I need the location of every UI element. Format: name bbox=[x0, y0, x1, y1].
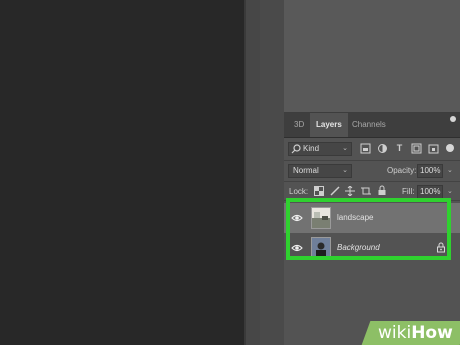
watermark-prefix: wiki bbox=[378, 323, 412, 343]
opacity-label: Opacity: bbox=[387, 166, 417, 175]
blend-mode-value: Normal bbox=[293, 166, 319, 175]
fill-input[interactable]: 100% bbox=[417, 185, 443, 199]
layer-name-landscape[interactable]: landscape bbox=[337, 212, 373, 224]
adjustment-filter-icon[interactable] bbox=[377, 143, 388, 154]
layer-thumbnail-landscape bbox=[311, 207, 331, 229]
layer-row-landscape[interactable]: landscape bbox=[284, 203, 460, 233]
upper-panel bbox=[284, 0, 460, 113]
divider bbox=[284, 160, 460, 161]
document-canvas[interactable] bbox=[0, 0, 244, 345]
fill-label: Fill: bbox=[402, 187, 415, 196]
tab-3d[interactable]: 3D bbox=[288, 113, 310, 137]
panel-gutter bbox=[244, 0, 260, 345]
visibility-eye-icon[interactable] bbox=[291, 242, 303, 254]
shape-filter-icon[interactable] bbox=[411, 143, 422, 154]
opacity-input[interactable]: 100% bbox=[417, 164, 443, 178]
lock-image-pixels-icon[interactable] bbox=[330, 186, 340, 196]
layer-thumbnail-background bbox=[311, 237, 331, 259]
layers-panel: 3D Layers Channels Kind ⌄ T Normal ⌄ Opa… bbox=[284, 113, 460, 345]
watermark-logo: wikiHow bbox=[378, 323, 453, 343]
search-icon bbox=[291, 144, 301, 154]
gutter-edge bbox=[244, 0, 246, 345]
divider bbox=[284, 200, 460, 201]
tab-layers[interactable]: Layers bbox=[310, 113, 348, 137]
chevron-down-icon[interactable]: ⌄ bbox=[447, 187, 453, 195]
lock-icon bbox=[437, 242, 445, 253]
tab-channels[interactable]: Channels bbox=[346, 113, 392, 137]
lock-all-icon[interactable] bbox=[377, 185, 387, 196]
text-filter-icon[interactable]: T bbox=[394, 143, 405, 154]
visibility-eye-icon[interactable] bbox=[291, 212, 303, 224]
lock-label: Lock: bbox=[289, 187, 309, 196]
layer-name-background[interactable]: Background bbox=[337, 242, 380, 254]
lock-position-icon[interactable] bbox=[345, 186, 355, 196]
panel-tabbar: 3D Layers Channels bbox=[284, 113, 460, 138]
filter-toggle-icon[interactable] bbox=[446, 144, 454, 152]
blend-mode-select[interactable]: Normal ⌄ bbox=[288, 164, 352, 178]
panel-menu-icon[interactable] bbox=[450, 116, 456, 122]
chevron-down-icon[interactable]: ⌄ bbox=[447, 166, 453, 174]
lock-artboard-icon[interactable] bbox=[361, 186, 371, 196]
filter-kind-value: Kind bbox=[303, 144, 320, 153]
divider bbox=[284, 181, 460, 182]
image-filter-icon[interactable] bbox=[360, 143, 371, 154]
dock-collapsed-strip bbox=[260, 0, 284, 345]
layer-row-background[interactable]: Background bbox=[284, 233, 460, 263]
lock-transparent-pixels-icon[interactable] bbox=[314, 186, 324, 196]
watermark-suffix: How bbox=[411, 323, 453, 343]
chevron-down-icon: ⌄ bbox=[342, 167, 348, 174]
smart-object-filter-icon[interactable] bbox=[428, 143, 439, 154]
chevron-down-icon: ⌄ bbox=[342, 145, 348, 152]
